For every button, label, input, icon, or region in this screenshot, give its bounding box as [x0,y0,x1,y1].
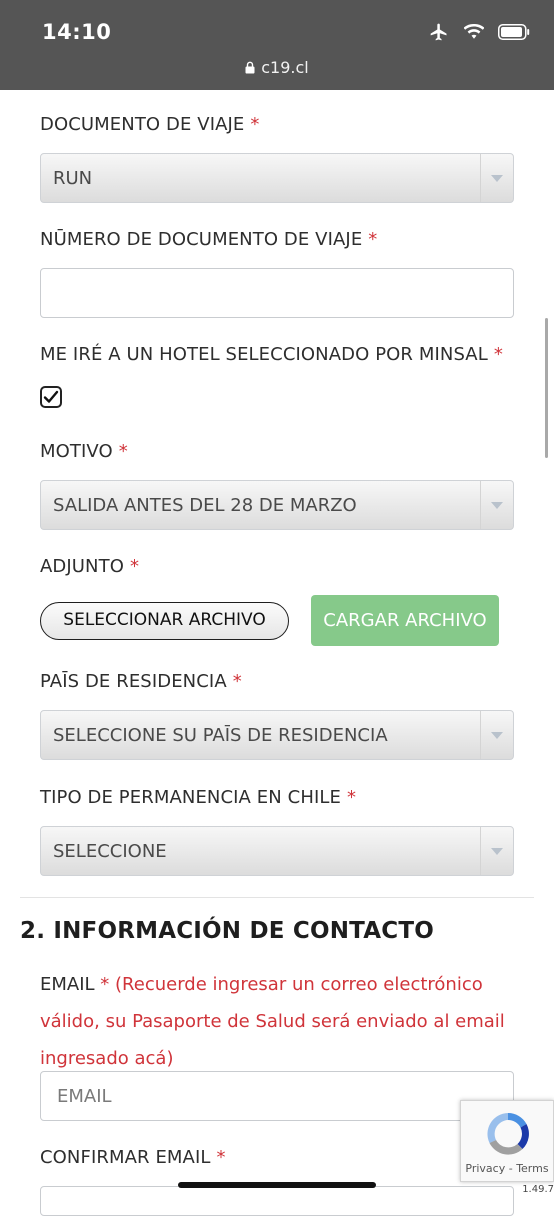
lock-icon [245,59,255,78]
pais-label: PAĪS DE RESIDENCIA * [40,671,242,692]
pais-select-value: SELECCIONE SU PAĪS DE RESIDENCIA [53,725,388,746]
url-text: c19.cl [261,58,309,77]
required-mark: * [216,1147,226,1168]
required-mark: * [232,671,242,692]
chevron-down-icon [480,481,513,529]
address-bar[interactable]: c19.cl [0,58,554,78]
required-mark: * [493,344,503,365]
email-label-text: EMAIL [40,974,95,995]
required-mark: * [346,787,357,808]
pais-label-text: PAĪS DE RESIDENCIA [40,671,227,692]
checkmark-icon [43,390,59,403]
chevron-down-icon [480,827,513,875]
battery-icon [498,24,530,44]
confirm-email-input[interactable] [40,1186,514,1216]
permanencia-select[interactable]: SELECCIONE [40,826,514,876]
required-mark: * [368,229,378,250]
permanencia-label-text: TIPO DE PERMANENCIA EN CHILE [40,787,341,808]
documento-label: DOCUMENTO DE VIAJE * [40,114,260,135]
numero-label-text: NŪMERO DE DOCUMENTO DE VIAJE [40,229,363,250]
motivo-label-text: MOTIVO [40,441,113,462]
recaptcha-badge[interactable]: Privacy - Terms [460,1100,554,1182]
select-file-button[interactable]: SELECCIONAR ARCHIVO [40,602,289,640]
motivo-select[interactable]: SALIDA ANTES DEL 28 DE MARZO [40,480,514,530]
links-separator: - [505,1162,517,1175]
clock: 14:10 [42,20,112,44]
motivo-label: MOTIVO * [40,441,128,462]
permanencia-select-value: SELECCIONE [53,841,167,862]
version-text: 1.49.7 [522,1184,554,1195]
required-mark: * [130,556,140,577]
browser-status-bar: 14:10 c19.cl [0,0,554,90]
motivo-select-value: SALIDA ANTES DEL 28 DE MARZO [53,495,357,516]
documento-label-text: DOCUMENTO DE VIAJE [40,114,245,135]
hotel-label: ME IRÉ A UN HOTEL SELECCIONADO POR MINSA… [40,344,503,365]
recaptcha-links: Privacy - Terms [461,1162,553,1175]
home-indicator[interactable] [178,1182,376,1188]
email-note-text: (Recuerde ingresar un correo electrónico… [40,974,505,1069]
upload-file-button[interactable]: CARGAR ARCHIVO [311,595,499,646]
numero-documento-input[interactable] [40,268,514,318]
adjunto-label-text: ADJUNTO [40,556,124,577]
required-mark: * [100,974,110,995]
recaptcha-icon [487,1113,529,1155]
pais-select[interactable]: SELECCIONE SU PAĪS DE RESIDENCIA [40,710,514,760]
status-icons [428,22,530,46]
chevron-down-icon [480,711,513,759]
section-divider [20,897,534,898]
wifi-icon [463,23,485,44]
required-mark: * [118,441,128,462]
confirm-email-label-text: CONFIRMAR EMAIL [40,1147,211,1168]
email-input[interactable] [40,1071,514,1121]
documento-select-value: RUN [53,168,93,189]
permanencia-label: TIPO DE PERMANENCIA EN CHILE * [40,787,356,808]
privacy-link[interactable]: Privacy [465,1162,505,1175]
chevron-down-icon [480,154,513,202]
hotel-label-text: ME IRÉ A UN HOTEL SELECCIONADO POR MINSA… [40,344,488,365]
airplane-mode-icon [428,22,450,46]
terms-link[interactable]: Terms [516,1162,548,1175]
contact-section-title: 2. INFORMACIÓN DE CONTACTO [20,918,434,944]
adjunto-label: ADJUNTO * [40,556,139,577]
confirm-email-label: CONFIRMAR EMAIL * [40,1147,226,1168]
numero-label: NŪMERO DE DOCUMENTO DE VIAJE * [40,229,377,250]
email-label: EMAIL * (Recuerde ingresar un correo ele… [40,966,520,1077]
scrollbar[interactable] [545,318,548,458]
documento-select[interactable]: RUN [40,153,514,203]
required-mark: * [250,114,260,135]
hotel-checkbox[interactable] [40,386,62,408]
